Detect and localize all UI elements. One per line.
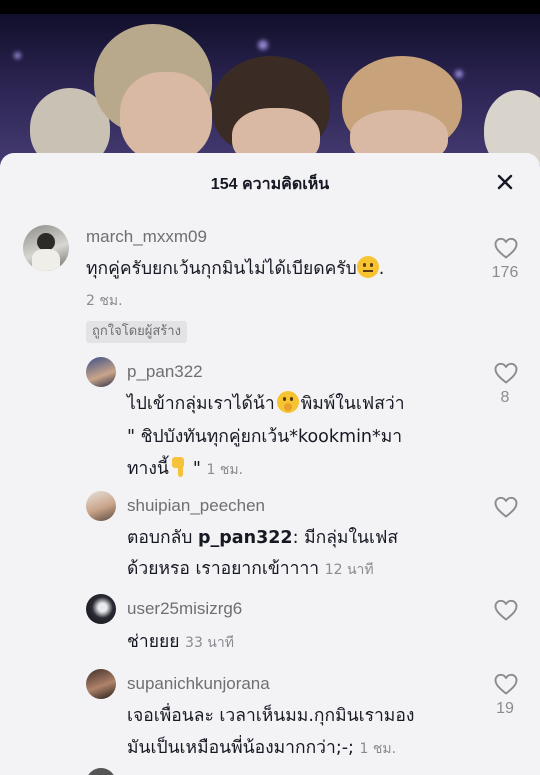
comment-body: ไปเข้ากลุ่มเราได้น้า	[127, 394, 275, 414]
comment-username[interactable]: p_pan322	[127, 362, 203, 382]
like-count: 8	[500, 389, 510, 406]
avatar[interactable]	[86, 669, 116, 699]
comment-body-end: .	[378, 259, 385, 279]
comment-text-line: ตอบกลับ p_pan322: มีกลุ่มในเฟส	[127, 522, 398, 554]
avatar[interactable]	[86, 594, 116, 624]
stage-light	[14, 52, 21, 59]
stage-light	[455, 70, 463, 78]
avatar[interactable]	[86, 357, 116, 387]
comment-text-line: ด้วยหรอ เราอยากเข้าาาา 12 นาที	[127, 553, 374, 586]
comment-text-line: " ชิปบังทันทุกคู่ยกเว้น*kookmin*มา	[127, 427, 403, 447]
person-face	[120, 72, 212, 162]
comment-body: พิมพ์ในเฟสว่า	[300, 394, 405, 414]
pointing-down-emoji-icon	[169, 455, 189, 479]
mention-link[interactable]: p_pan322	[198, 528, 293, 548]
comment-username[interactable]: supanichkunjorana	[127, 674, 270, 694]
comment-body: มันเป็นเหมือนพี่น้องมากกว่า;-;	[127, 738, 354, 758]
comments-count-title: 154 ความคิดเห็น	[210, 176, 330, 193]
comment-username[interactable]: user25misizrg6	[127, 599, 242, 619]
comment-time: 12 นาที	[324, 562, 374, 578]
comment-text-line: ทางนี้ " 1 ชม.	[127, 453, 243, 486]
neutral-face-emoji-icon	[356, 256, 379, 278]
comment-body: ด้วยหรอ เราอยากเข้าาาา	[127, 559, 320, 579]
comment-body: ทางนี้	[127, 459, 169, 479]
avatar-figure	[32, 249, 60, 271]
comment-time: 33 นาที	[185, 635, 234, 651]
heart-icon[interactable]	[493, 672, 519, 696]
comments-sheet: 154 ความคิดเห็น	[0, 153, 540, 775]
like-count: 176	[491, 264, 519, 281]
comment-body: : มีกลุ่มในเฟส	[292, 528, 399, 548]
heart-icon[interactable]	[493, 361, 519, 385]
status-bar	[0, 0, 540, 14]
shushing-face-emoji-icon	[276, 391, 299, 413]
comment-body: ทุกคู่ครับยกเว้นกุกมินไม่ได้เบียดครับ	[86, 259, 357, 279]
heart-icon[interactable]	[493, 598, 519, 622]
comment-text-line: มันเป็นเหมือนพี่น้องมากกว่า;-; 1 ชม.	[127, 732, 396, 765]
reply-prefix: ตอบกลับ	[127, 528, 193, 548]
comment-time: 2 ชม.	[86, 293, 123, 309]
comment-text-line: ไปเข้ากลุ่มเราได้น้า พิมพ์ในเฟสว่า	[127, 388, 405, 420]
comment-text-line: ช่ายยย 33 นาที	[127, 626, 234, 659]
heart-icon[interactable]	[493, 236, 519, 260]
stage-light	[258, 40, 268, 50]
comment-text: ทุกคู่ครับยกเว้นกุกมินไม่ได้เบียดครับ.	[86, 253, 384, 285]
comment-time: 1 ชม.	[206, 462, 244, 478]
liked-by-creator-badge: ถูกใจโดยผู้สร้าง	[86, 321, 187, 343]
comment-username[interactable]: march_mxxm09	[86, 227, 207, 247]
avatar[interactable]	[23, 225, 69, 271]
comments-header: 154 ความคิดเห็น	[0, 153, 540, 211]
comment-time: 1 ชม.	[359, 741, 397, 757]
avatar[interactable]	[86, 491, 116, 521]
heart-icon[interactable]	[493, 495, 519, 519]
comment-body: ช่ายยย	[127, 632, 180, 652]
close-button[interactable]	[492, 169, 518, 195]
like-count: 19	[496, 700, 514, 717]
comment-text-line: เจอเพื่อนละ เวลาเห็นมม.กุกมินเรามอง	[127, 706, 415, 726]
close-icon	[497, 174, 513, 190]
comment-body: "	[192, 459, 201, 479]
comment-username[interactable]: shuipian_peechen	[127, 496, 265, 516]
